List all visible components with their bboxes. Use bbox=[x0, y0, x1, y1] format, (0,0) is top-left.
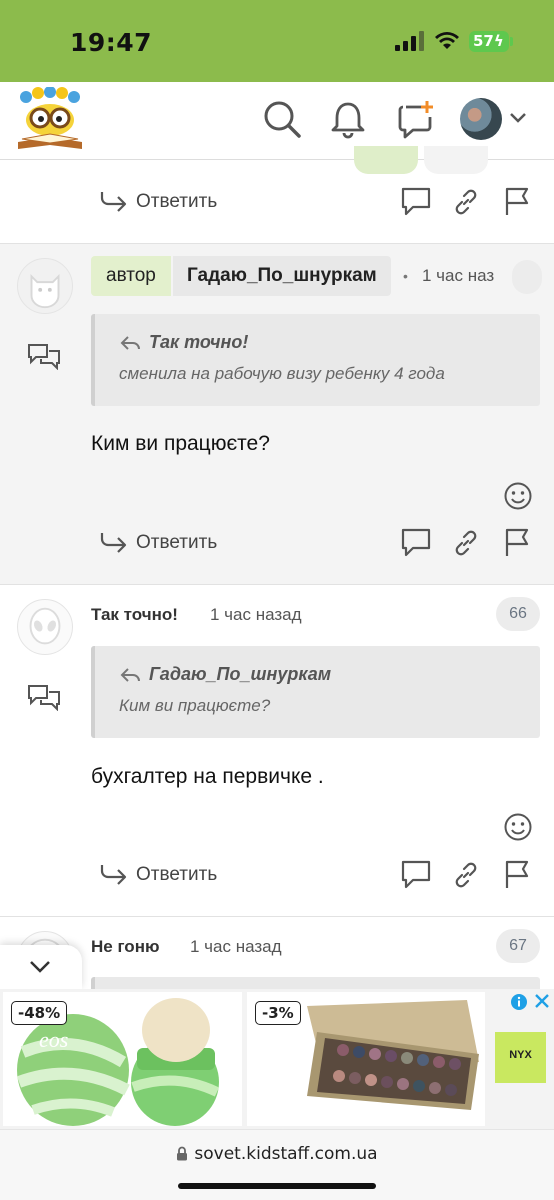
comment-time: 1 час наз bbox=[422, 266, 495, 285]
comment-time: 1 час назад bbox=[190, 937, 282, 956]
separator-dot: • bbox=[403, 268, 408, 284]
wifi-icon bbox=[435, 32, 459, 49]
replies-icon[interactable] bbox=[27, 342, 61, 370]
search-icon[interactable] bbox=[262, 99, 302, 139]
home-indicator bbox=[178, 1183, 376, 1189]
comment-number bbox=[512, 260, 542, 294]
add-reaction-icon[interactable] bbox=[503, 481, 533, 511]
comment-card: Так точно! 1 час назад 66 Гадаю_По_шнурк… bbox=[0, 585, 554, 917]
reply-arrow-icon[interactable] bbox=[99, 862, 129, 886]
site-logo-icon[interactable] bbox=[14, 87, 86, 152]
cat-avatar-icon bbox=[17, 258, 73, 314]
chevron-down-icon bbox=[30, 961, 50, 973]
ad-info-icon[interactable] bbox=[510, 993, 528, 1011]
quote-author: Так точно! bbox=[149, 332, 249, 352]
discount-badge: -3% bbox=[255, 1001, 301, 1025]
quote-text: сменила на рабочую визу ребенку 4 года bbox=[119, 364, 445, 383]
ad-brand-text: eos bbox=[39, 1027, 68, 1052]
author-badge: автор bbox=[91, 256, 171, 296]
link-icon[interactable] bbox=[453, 189, 479, 215]
status-time: 19:47 bbox=[70, 28, 153, 57]
url-text: sovet.kidstaff.com.ua bbox=[194, 1144, 378, 1164]
ad-close-icon[interactable] bbox=[534, 993, 550, 1009]
ad-product-card[interactable]: eos -48% bbox=[3, 992, 242, 1126]
comment-author[interactable]: Так точно! bbox=[91, 605, 178, 625]
quote-block: Гадаю_По_шнуркам Ким ви працюєте? bbox=[91, 646, 540, 738]
link-icon[interactable] bbox=[453, 862, 479, 888]
new-message-icon[interactable] bbox=[396, 99, 436, 139]
comment-card: Не гоню 1 час назад 67 bbox=[0, 917, 554, 997]
quote-block: Так точно! сменила на рабочую визу ребен… bbox=[91, 314, 540, 406]
browser-url-bar[interactable]: sovet.kidstaff.com.ua bbox=[0, 1129, 554, 1200]
flag-icon[interactable] bbox=[503, 527, 531, 557]
reply-arrow-icon[interactable] bbox=[99, 530, 129, 554]
ad-brand-logo[interactable]: NYX bbox=[495, 1032, 546, 1083]
reaction-chip[interactable] bbox=[424, 146, 488, 174]
collapse-ad-button[interactable] bbox=[0, 945, 82, 989]
comment-card: автор Гадаю_По_шнуркам • 1 час наз Так т… bbox=[0, 244, 554, 585]
app-root: 19:47 57ϟ Ответить автор Гадаю_По_шнурка… bbox=[0, 0, 554, 1200]
alien-avatar-icon bbox=[17, 599, 73, 655]
battery-level: 57 bbox=[473, 32, 494, 50]
flag-icon[interactable] bbox=[503, 186, 531, 216]
charging-bolt-icon: ϟ bbox=[493, 32, 504, 50]
reply-arrow-icon[interactable] bbox=[99, 189, 129, 213]
address-bar[interactable]: sovet.kidstaff.com.ua bbox=[0, 1144, 554, 1164]
cellular-signal-icon bbox=[395, 31, 424, 51]
flag-icon[interactable] bbox=[503, 859, 531, 889]
comment-number[interactable]: 66 bbox=[496, 597, 540, 631]
discount-badge: -48% bbox=[11, 1001, 68, 1025]
comment-icon[interactable] bbox=[400, 527, 432, 557]
link-icon[interactable] bbox=[453, 530, 479, 556]
comment-body: Ким ви працюєте? bbox=[91, 432, 270, 455]
add-reaction-icon[interactable] bbox=[503, 812, 533, 842]
ad-banner[interactable]: eos -48% -3% NYX bbox=[0, 989, 554, 1129]
quote-reply-icon bbox=[120, 668, 140, 682]
battery-indicator: 57ϟ bbox=[469, 31, 509, 52]
reply-button[interactable]: Ответить bbox=[136, 191, 217, 213]
ad-product-card[interactable]: -3% bbox=[247, 992, 485, 1126]
user-avatar[interactable] bbox=[460, 98, 502, 140]
status-bar: 19:47 57ϟ bbox=[0, 0, 554, 82]
quote-author: Гадаю_По_шнуркам bbox=[149, 664, 332, 684]
reply-button[interactable]: Ответить bbox=[136, 532, 217, 554]
quote-reply-icon bbox=[120, 336, 140, 350]
comment-number[interactable]: 67 bbox=[496, 929, 540, 963]
previous-comment-actions: Ответить bbox=[0, 146, 554, 244]
replies-icon[interactable] bbox=[27, 683, 61, 711]
comment-author[interactable]: Не гоню bbox=[91, 937, 159, 957]
bell-icon[interactable] bbox=[328, 99, 368, 139]
reply-button[interactable]: Ответить bbox=[136, 864, 217, 886]
chevron-down-icon[interactable] bbox=[508, 111, 528, 125]
comment-author[interactable]: Гадаю_По_шнуркам bbox=[173, 256, 391, 296]
comment-time: 1 час назад bbox=[210, 605, 302, 624]
reaction-chip[interactable] bbox=[354, 146, 418, 174]
battery-tip bbox=[510, 37, 513, 46]
comment-icon[interactable] bbox=[400, 186, 432, 216]
comment-body: бухгалтер на первичке . bbox=[91, 765, 324, 788]
quote-text: Ким ви працюєте? bbox=[119, 696, 271, 715]
lock-icon bbox=[177, 1146, 188, 1161]
comment-icon[interactable] bbox=[400, 859, 432, 889]
